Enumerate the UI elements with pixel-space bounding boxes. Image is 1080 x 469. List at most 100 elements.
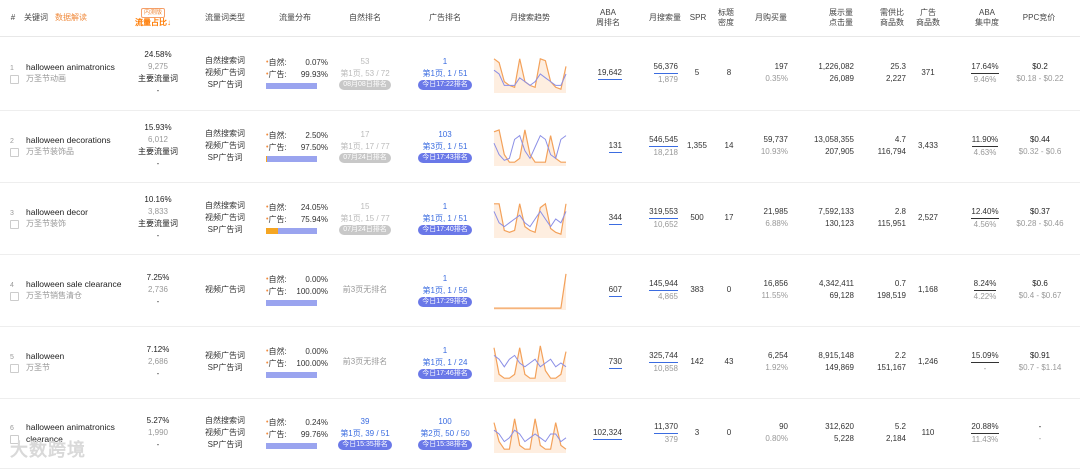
natural-rank-value[interactable]: 15 — [361, 201, 370, 213]
aba-concentration[interactable]: 17.64% — [971, 61, 999, 74]
ad-label: 广告: — [268, 70, 287, 79]
ad-rank-value[interactable]: 103 — [438, 129, 451, 141]
natural-rank-date-badge: 今日15:35排名 — [338, 440, 392, 450]
header-impressions[interactable]: 展示量 点击量 — [818, 0, 864, 36]
aba-rank[interactable]: 19,642 — [597, 67, 622, 80]
natural-label: 自然: — [268, 203, 287, 212]
table-row[interactable]: 5 halloween 万圣节 7.12% 2,686 - 视频广告词 SP广告词… — [0, 326, 1080, 399]
natural-rank-value[interactable]: 39 — [361, 416, 370, 428]
flow-share-pct: 10.16% — [144, 195, 172, 204]
natural-rank-page: 第1页, 53 / 72 — [340, 69, 390, 78]
flow-share-dash: - — [156, 440, 160, 449]
trend-sparkline[interactable] — [492, 268, 568, 312]
monthly-search[interactable]: 11,370 — [654, 421, 678, 434]
monthly-search[interactable]: 546,545 — [649, 134, 678, 147]
ppc-range: $0.7 - $1.14 — [1018, 363, 1062, 372]
aba-concentration[interactable]: 11.90% — [971, 134, 999, 147]
flow-share-pct: 24.58% — [144, 50, 172, 59]
flow-type-tag: 视频广告词 — [205, 68, 245, 77]
impressions: 1,226,082 — [818, 62, 854, 71]
row-checkbox[interactable] — [10, 148, 19, 157]
flow-share-count: 2,736 — [147, 285, 169, 294]
header-ad-products[interactable]: 广告 商品数 — [914, 0, 942, 36]
table-row[interactable]: 4 halloween sale clearance 万圣节销售清仓 7.25%… — [0, 254, 1080, 327]
keyword-link[interactable]: halloween animatronics — [26, 61, 126, 73]
beta-badge: 内测版 — [140, 8, 165, 18]
monthly-buy: 59,737 — [763, 135, 788, 144]
keyword-link[interactable]: halloween decorations — [26, 134, 126, 146]
daily-search: 1,879 — [657, 74, 678, 84]
ad-product-count: 3,433 — [917, 141, 939, 150]
table-row[interactable]: 2 halloween decorations 万圣节装饰品 15.93% 6,… — [0, 110, 1080, 183]
monthly-search[interactable]: 145,944 — [649, 278, 678, 291]
table-row[interactable]: 6 halloween animatronics clearance 5.27%… — [0, 398, 1080, 469]
monthly-search[interactable]: 56,376 — [653, 61, 678, 74]
flow-type-tag: 视频广告词 — [205, 285, 245, 294]
ad-rank-value[interactable]: 1 — [443, 273, 447, 285]
ad-rank-date-badge: 今日17:43排名 — [418, 153, 472, 163]
keyword-link[interactable]: halloween decor — [26, 206, 126, 218]
natural-rank-value[interactable]: 17 — [361, 129, 370, 141]
header-monthly-search[interactable]: 月搜索量 — [640, 0, 690, 36]
ad-rank-value[interactable]: 1 — [443, 56, 447, 68]
ad-rank-value[interactable]: 100 — [438, 416, 451, 428]
flow-share-count: 2,686 — [147, 357, 169, 366]
flow-share-pct: 5.27% — [146, 416, 170, 425]
aba-rank[interactable]: 607 — [608, 284, 622, 297]
title-density-value: 17 — [724, 213, 734, 222]
trend-sparkline[interactable] — [492, 51, 568, 95]
keyword-translation: 万圣节动画 — [26, 74, 66, 83]
row-checkbox[interactable] — [10, 364, 19, 373]
aba-rank[interactable]: 131 — [608, 140, 622, 153]
natural-pct: 0.00% — [305, 275, 328, 284]
header-spr[interactable]: SPR — [686, 0, 710, 36]
keyword-link[interactable]: halloween — [26, 350, 126, 362]
header-supply-demand[interactable]: 需供比 商品数 — [872, 0, 912, 36]
table-row[interactable]: 3 halloween decor 万圣节装饰 10.16% 3,833 主要流… — [0, 182, 1080, 255]
ad-rank-value[interactable]: 1 — [443, 201, 447, 213]
flow-type-tag: 视频广告词 — [205, 141, 245, 150]
header-flow-share[interactable]: 内测版 流量占比↓ — [128, 0, 178, 36]
trend-sparkline[interactable] — [492, 124, 568, 168]
monthly-buy: 6,254 — [767, 351, 788, 360]
product-count: 198,519 — [877, 291, 906, 300]
row-checkbox[interactable] — [10, 75, 19, 84]
header-flow-type: 流量词类型 — [205, 13, 245, 22]
row-checkbox[interactable] — [10, 292, 19, 301]
aba-concentration[interactable]: 20.88% — [971, 421, 999, 434]
header-ppc[interactable]: PPC竞价 — [1016, 0, 1062, 36]
aba-rank[interactable]: 730 — [608, 356, 622, 369]
natural-label: 自然: — [268, 58, 287, 67]
ad-label: 广告: — [268, 430, 287, 439]
clicks: 149,869 — [825, 363, 854, 372]
ad-rank-value[interactable]: 1 — [443, 345, 447, 357]
header-natural-rank: 自然排名 — [349, 13, 381, 22]
table-row[interactable]: 1 halloween animatronics 万圣节动画 24.58% 9,… — [0, 36, 1080, 111]
trend-sparkline[interactable] — [492, 340, 568, 384]
header-aba-concentration[interactable]: ABA 集中度 — [970, 0, 1004, 36]
monthly-search[interactable]: 319,553 — [649, 206, 678, 219]
data-export-link[interactable]: 数据解读 — [55, 0, 95, 36]
header-title-density[interactable]: 标题 密度 — [714, 0, 738, 36]
trend-sparkline[interactable] — [492, 196, 568, 240]
monthly-search[interactable]: 325,744 — [649, 350, 678, 363]
aba-rank[interactable]: 344 — [608, 212, 622, 225]
header-aba[interactable]: ABA 周排名 — [588, 0, 628, 36]
keyword-link[interactable]: halloween sale clearance — [26, 278, 126, 290]
monthly-buy: 90 — [779, 422, 788, 431]
sort-desc-icon[interactable]: ↓ — [167, 18, 171, 27]
aba-concentration[interactable]: 12.40% — [971, 206, 999, 219]
natural-rank-page: 第1页, 15 / 77 — [340, 214, 390, 223]
trend-sparkline[interactable] — [492, 411, 568, 455]
natural-rank-value[interactable]: 53 — [361, 56, 370, 68]
flow-share-pct: 7.25% — [146, 273, 170, 282]
aba-rank[interactable]: 102,324 — [593, 427, 622, 440]
aba-concentration[interactable]: 8.24% — [973, 278, 997, 291]
spr-value: 1,355 — [686, 141, 708, 150]
header-monthly-buy[interactable]: 月购买量 — [748, 0, 794, 36]
row-checkbox[interactable] — [10, 220, 19, 229]
ad-rank-page: 第1页, 1 / 56 — [422, 286, 468, 295]
aba-concentration[interactable]: 15.09% — [971, 350, 999, 363]
product-count: 115,951 — [877, 219, 906, 228]
title-density-value: 8 — [726, 68, 732, 77]
